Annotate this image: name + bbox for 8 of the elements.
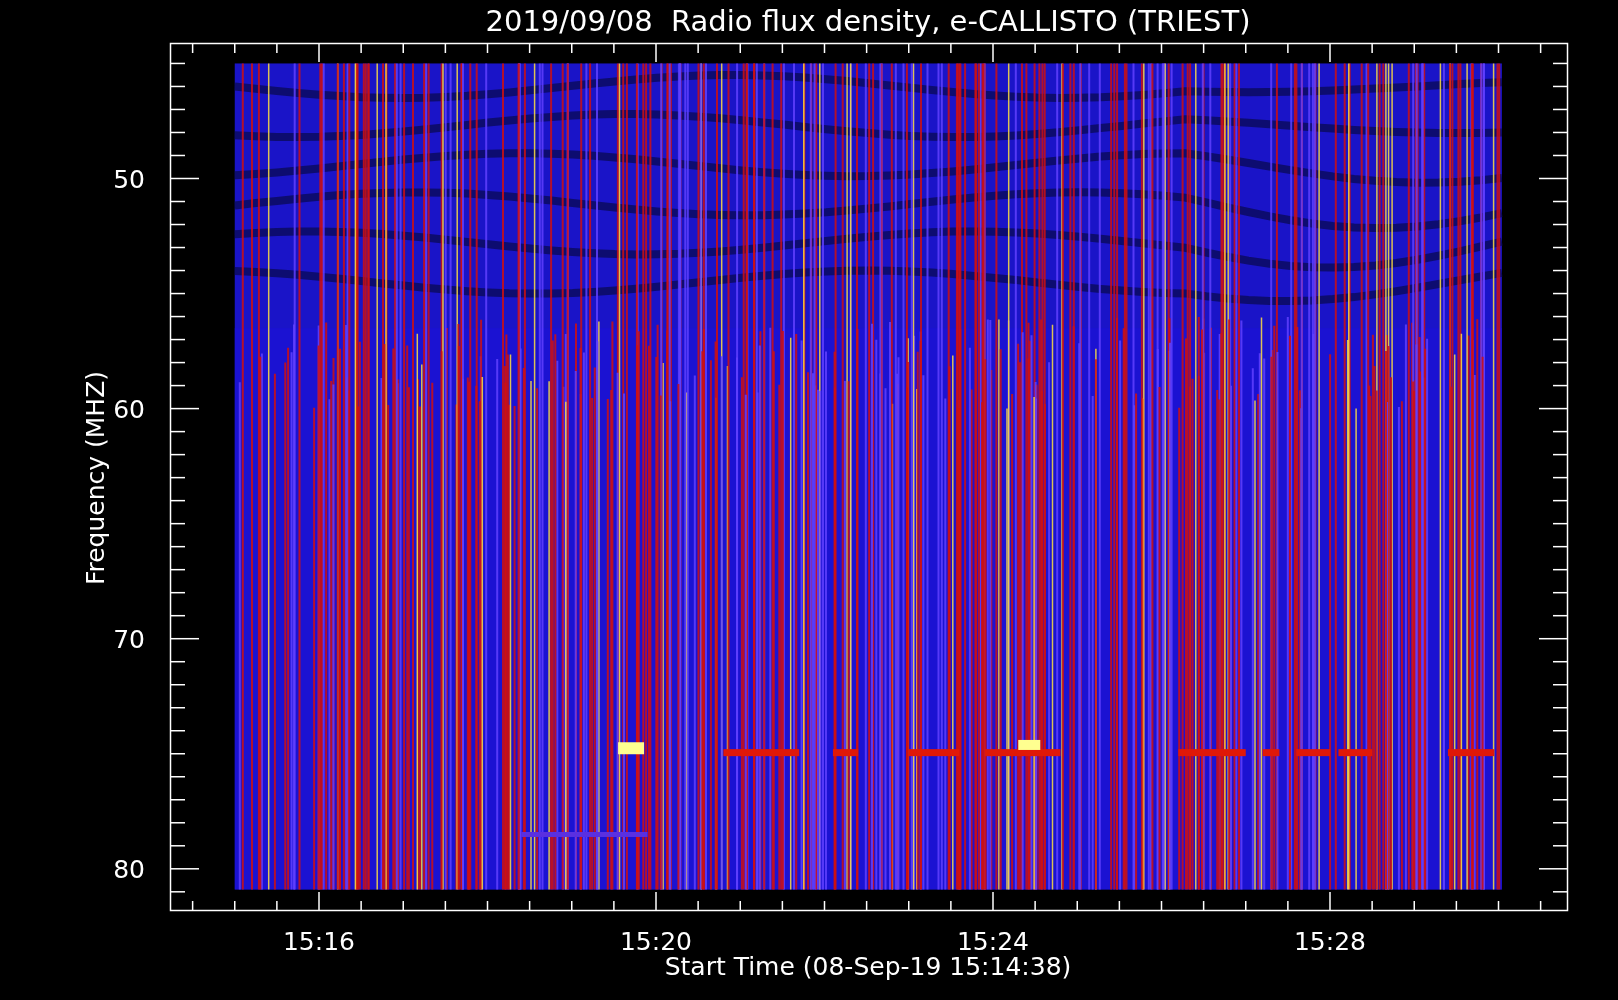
y-tick-label: 50 xyxy=(113,164,145,194)
chart-title: 2019/09/08 Radio flux density, e-CALLISTO (TRIEST) xyxy=(485,4,1251,38)
x-tick-label: 15:16 xyxy=(283,927,355,956)
y-tick-label: 70 xyxy=(113,624,145,654)
y-tick-label: 80 xyxy=(113,854,145,884)
y-axis-label: Frequency (MHZ) xyxy=(81,370,110,586)
y-tick-label: 60 xyxy=(113,394,145,424)
x-tick-label: 15:28 xyxy=(1294,927,1366,956)
